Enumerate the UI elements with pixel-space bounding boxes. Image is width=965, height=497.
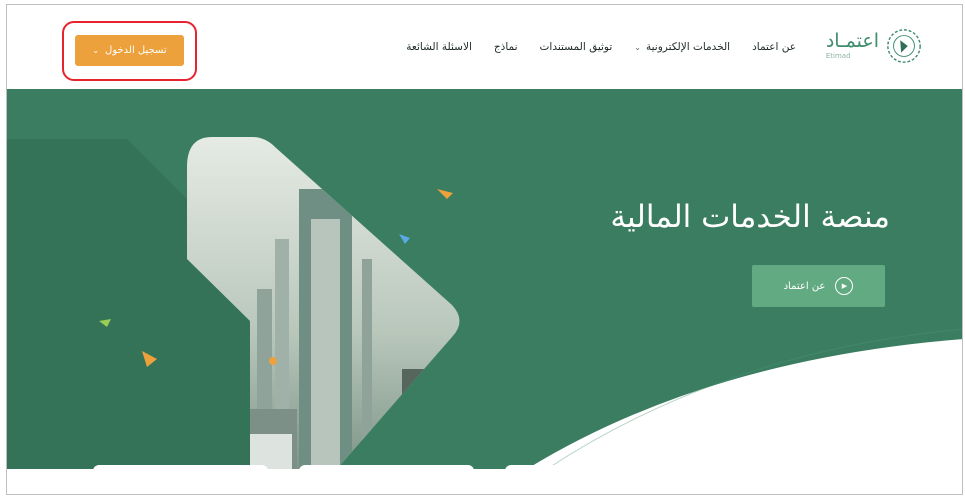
login-label: تسجيل الدخول xyxy=(105,45,167,56)
service-card[interactable] xyxy=(93,465,268,485)
nav-label: الخدمات الإلكترونية xyxy=(645,41,731,53)
header: تسجيل الدخول ⌄ عن اعتماد الخدمات الإلكتر… xyxy=(7,5,962,89)
browser-frame: تسجيل الدخول ⌄ عن اعتماد الخدمات الإلكتر… xyxy=(6,4,963,495)
chevron-down-icon: ⌄ xyxy=(92,46,100,55)
login-button[interactable]: تسجيل الدخول ⌄ xyxy=(75,35,184,66)
play-icon: ▶ xyxy=(835,277,854,295)
nav-item-documents[interactable]: توثيق المستندات xyxy=(540,41,613,53)
about-button-label: عن اعتماد xyxy=(783,280,826,292)
etimad-logo[interactable]: اعتمـاد Etimad xyxy=(826,27,923,65)
etimad-logo-icon xyxy=(887,29,921,63)
logo-arabic-text: اعتمـاد xyxy=(825,30,879,52)
nav-label: الاسئلة الشائعة xyxy=(406,41,472,53)
logo-english-text: Etimad xyxy=(825,52,851,60)
nav-label: توثيق المستندات xyxy=(539,41,613,53)
about-etimad-button[interactable]: ▶ عن اعتماد xyxy=(752,265,885,307)
nav-item-about[interactable]: عن اعتماد xyxy=(752,41,796,53)
chevron-down-icon: ⌄ xyxy=(634,42,641,52)
nav-item-eservices[interactable]: الخدمات الإلكترونية ⌄ xyxy=(634,41,730,53)
nav-label: نماذج xyxy=(493,41,518,53)
service-card[interactable] xyxy=(299,465,474,485)
nav-label: عن اعتماد xyxy=(752,41,796,53)
service-card[interactable] xyxy=(505,465,680,485)
hero-banner: منصة الخدمات المالية ▶ عن اعتماد xyxy=(7,89,962,469)
main-nav: عن اعتماد الخدمات الإلكترونية ⌄ توثيق ال… xyxy=(406,41,796,53)
hero-title: منصة الخدمات المالية xyxy=(610,199,890,235)
login-highlight: تسجيل الدخول ⌄ xyxy=(62,21,197,81)
nav-item-forms[interactable]: نماذج xyxy=(494,41,518,53)
nav-item-faq[interactable]: الاسئلة الشائعة xyxy=(406,41,472,53)
